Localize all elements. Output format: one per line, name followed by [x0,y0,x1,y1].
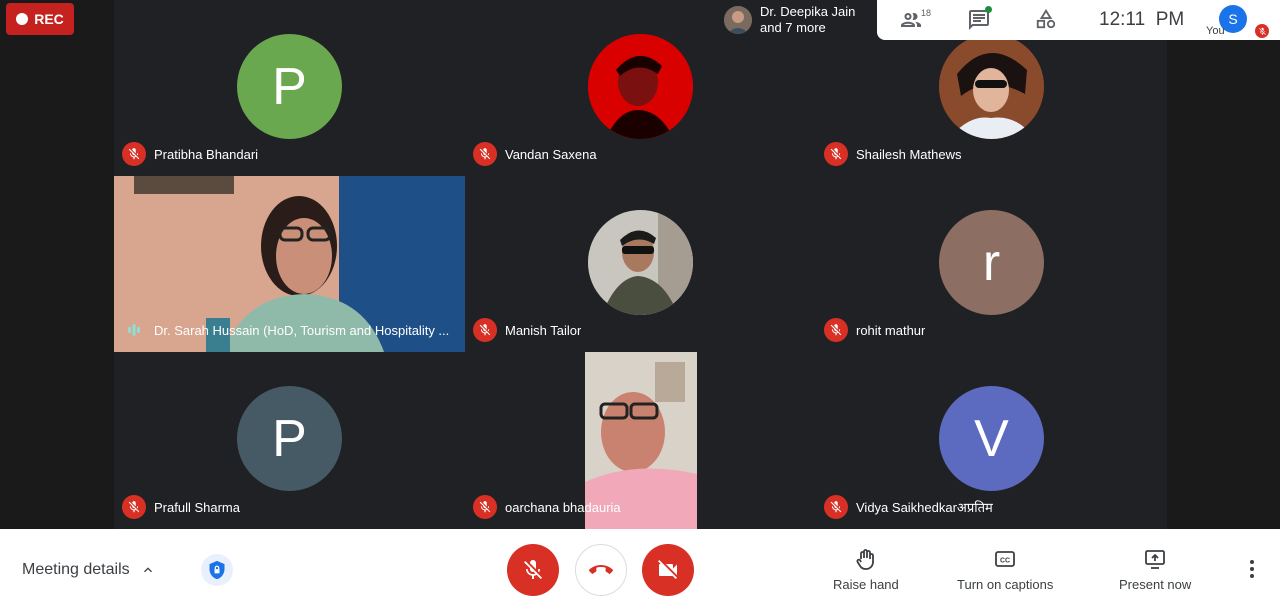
participant-name: Prafull Sharma [154,499,240,515]
person-photo-icon [939,34,1044,139]
shapes-icon [1036,9,1056,29]
avatar [588,34,693,139]
participant-nametag: Vandan Saxena [473,142,597,166]
recording-label: REC [34,11,64,27]
participant-grid: P Pratibha Bhandari Vandan Saxena Shaile… [114,0,1167,529]
leave-call-button[interactable] [575,544,627,596]
mic-off-icon [473,318,497,342]
record-dot-icon [16,13,29,25]
shield-lock-icon [209,560,225,580]
mic-off-icon [824,142,848,166]
participant-count: 18 [921,8,932,18]
mic-toggle-button[interactable] [507,544,559,596]
mic-off-icon [122,495,146,519]
self-label: You [1206,25,1225,37]
meeting-details-button[interactable]: Meeting details [22,561,156,579]
mic-off-icon [473,142,497,166]
participant-nametag: Vidya Saikhedkarअप्रतिम [824,495,993,519]
captions-icon: CC [995,551,1016,567]
presenter-name: Dr. Deepika Jain [760,4,856,19]
self-view[interactable]: S You [1203,0,1280,40]
avatar: V [939,386,1044,491]
avatar: r [939,210,1044,315]
avatar [939,34,1044,139]
participant-name: Shailesh Mathews [856,146,962,162]
participant-tile[interactable]: r rohit mathur [816,176,1167,352]
mic-off-icon [824,318,848,342]
presenter-avatar [724,6,752,34]
more-vert-icon [1250,560,1254,578]
participants-button[interactable]: 18 [899,8,931,32]
raise-hand-button[interactable]: Raise hand [833,547,899,592]
top-bar: 18 12:11 PM S You [877,0,1280,40]
camera-off-icon [658,560,677,579]
participant-nametag: Pratibha Bhandari [122,142,258,166]
mic-off-icon [1255,24,1269,38]
present-screen-icon [1145,550,1166,569]
hang-up-icon [589,565,613,574]
host-controls-button[interactable] [201,554,233,586]
participant-tile[interactable]: P Pratibha Bhandari [114,0,465,176]
mic-off-icon [824,495,848,519]
meeting-details-label: Meeting details [22,561,130,578]
participant-video-tile[interactable]: oarchana bhadauria [465,352,816,529]
presenter-more: and 7 more [760,20,826,35]
participant-name: Vidya Saikhedkarअप्रतिम [856,500,993,515]
participant-nametag: rohit mathur [824,318,925,342]
recording-badge[interactable]: REC [6,3,74,35]
participant-video-tile[interactable]: Dr. Sarah Hussain (HoD, Tourism and Hosp… [114,176,465,352]
mic-off-icon [473,495,497,519]
person-photo-icon [588,210,693,315]
svg-text:CC: CC [1000,558,1010,565]
mic-off-icon [122,142,146,166]
participant-nametag: Prafull Sharma [122,495,240,519]
present-now-label: Present now [1119,577,1192,592]
participant-name: rohit mathur [856,322,926,338]
captions-label: Turn on captions [957,577,1054,592]
participant-name: Vandan Saxena [505,146,597,162]
participant-name: oarchana bhadauria [505,499,621,515]
participant-nametag: Dr. Sarah Hussain (HoD, Tourism and Hosp… [122,318,449,342]
speaking-indicator-icon [122,318,146,342]
captions-button[interactable]: CC Turn on captions [957,547,1053,592]
clock: 12:11 PM [1099,9,1185,30]
people-icon [901,13,921,27]
presenter-chip[interactable]: Dr. Deepika Jain and 7 more [716,0,876,40]
avatar: P [237,386,342,491]
participant-name: Manish Tailor [505,322,582,338]
participant-nametag: Manish Tailor [473,318,581,342]
person-photo-icon [724,6,752,34]
raise-hand-label: Raise hand [833,577,899,592]
bottom-bar: Meeting details Raise hand CC Turn on ca… [0,529,1280,608]
participant-nametag: oarchana bhadauria [473,495,621,519]
avatar [588,210,693,315]
camera-toggle-button[interactable] [642,544,694,596]
activities-button[interactable] [1035,8,1057,35]
participant-tile[interactable]: V Vidya Saikhedkarअप्रतिम [816,352,1167,529]
more-options-button[interactable] [1240,557,1264,581]
presenter-text: Dr. Deepika Jain and 7 more [760,4,855,36]
chat-button[interactable] [967,6,992,37]
participant-name: Pratibha Bhandari [154,146,259,162]
present-now-button[interactable]: Present now [1119,547,1191,592]
participant-tile[interactable]: P Prafull Sharma [114,352,465,529]
mic-off-icon [524,560,542,579]
unread-dot [985,6,992,13]
hand-icon [856,549,874,570]
participant-name: Dr. Sarah Hussain (HoD, Tourism and Hosp… [154,322,450,338]
participant-tile[interactable]: Manish Tailor [465,176,816,352]
avatar: P [237,34,342,139]
person-photo-icon [588,34,693,139]
chevron-up-icon [143,567,152,573]
meeting-stage: P Pratibha Bhandari Vandan Saxena Shaile… [0,0,1280,529]
participant-nametag: Shailesh Mathews [824,142,962,166]
